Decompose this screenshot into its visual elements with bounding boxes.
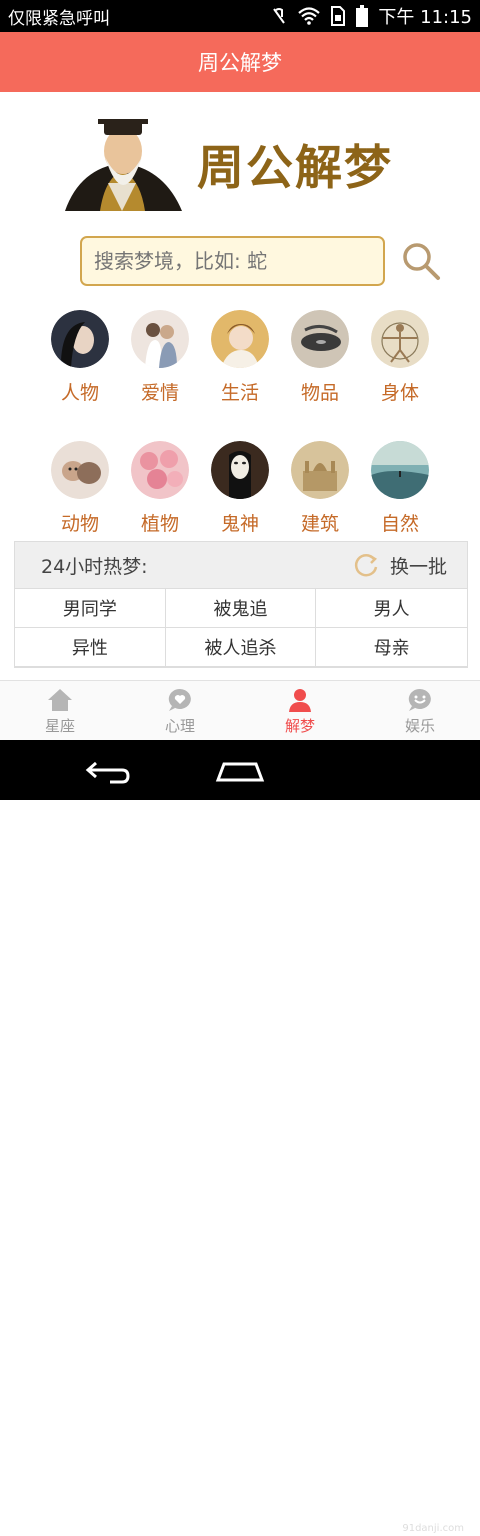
system-nav-bar: 9L游戏 91danji.com <box>0 740 480 1534</box>
girl-icon <box>211 310 269 368</box>
logo-text: 周公解梦 <box>197 140 393 196</box>
vitruvian-man-icon <box>371 310 429 368</box>
tab-label: 星座 <box>44 716 75 735</box>
category-guishen[interactable]: 鬼神 <box>200 441 280 536</box>
category-grid: 人物 爱情 生活 物品 身体 动物 植物 鬼神 建筑 自然 <box>40 310 440 572</box>
category-jianzhu[interactable]: 建筑 <box>280 441 360 536</box>
category-aiqing[interactable]: 爱情 <box>120 310 200 405</box>
tab-label: 心理 <box>164 716 195 735</box>
tab-label: 娱乐 <box>404 716 435 735</box>
tab-yule[interactable]: 娱乐 <box>360 681 480 741</box>
tab-label: 解梦 <box>284 716 315 735</box>
category-shenghuo[interactable]: 生活 <box>200 310 280 405</box>
search-icon[interactable] <box>400 240 442 282</box>
refresh-icon <box>354 554 378 577</box>
logo: 周公解梦 <box>60 112 420 214</box>
portrait-icon <box>51 310 109 368</box>
hot-dream-item[interactable]: 男人 <box>316 589 467 628</box>
category-ziran[interactable]: 自然 <box>360 441 440 536</box>
hot-dream-item[interactable]: 男同学 <box>15 589 166 628</box>
hot-dreams-header: 24小时热梦: 换一批 <box>15 542 467 589</box>
category-dongwu[interactable]: 动物 <box>40 441 120 536</box>
category-row: 动物 植物 鬼神 建筑 自然 <box>40 441 440 536</box>
flower-icon <box>131 441 189 499</box>
hot-dream-item[interactable]: 异性 <box>15 628 166 667</box>
category-zhiwu[interactable]: 植物 <box>120 441 200 536</box>
hot-dreams-panel: 24小时热梦: 换一批 男同学 被鬼追 男人 异性 被人追杀 母亲 <box>14 541 468 668</box>
status-icons <box>270 5 369 27</box>
hot-dream-item[interactable]: 母亲 <box>316 628 467 667</box>
duke-of-zhou-portrait-icon <box>65 119 182 211</box>
carrier-text: 仅限紧急呼叫 <box>8 8 110 29</box>
category-label: 鬼神 <box>220 513 259 535</box>
category-renwu[interactable]: 人物 <box>40 310 120 405</box>
mask-spirit-icon <box>211 441 269 499</box>
home-icon <box>48 688 72 711</box>
refresh-label: 换一批 <box>389 555 447 578</box>
status-right: 下午 11:15 <box>270 3 472 29</box>
person-icon <box>289 688 311 712</box>
tab-xingzuo[interactable]: 星座 <box>0 681 120 741</box>
hot-dreams-title: 24小时热梦: <box>41 555 148 578</box>
heart-chat-icon <box>168 688 191 711</box>
back-icon[interactable] <box>82 754 132 786</box>
category-label: 人物 <box>60 382 99 404</box>
gramophone-icon <box>291 310 349 368</box>
mute-icon <box>273 8 286 24</box>
category-label: 爱情 <box>140 382 179 404</box>
cat-icon <box>51 441 109 499</box>
wifi-icon <box>298 7 321 25</box>
category-label: 身体 <box>380 382 419 404</box>
landscape-icon <box>371 441 429 499</box>
category-label: 植物 <box>140 513 179 535</box>
bottom-tab-bar: 星座 心理 解梦 娱乐 <box>0 680 480 741</box>
status-bar: 仅限紧急呼叫 下午 11:15 <box>0 0 480 32</box>
tab-jiemeng[interactable]: 解梦 <box>240 681 360 741</box>
hot-dream-item[interactable]: 被鬼追 <box>165 589 317 628</box>
search-input[interactable] <box>80 236 385 286</box>
category-label: 动物 <box>60 513 99 535</box>
category-label: 生活 <box>220 382 259 404</box>
palace-icon <box>291 441 349 499</box>
refresh-button[interactable]: 换一批 <box>352 551 447 579</box>
category-wupin[interactable]: 物品 <box>280 310 360 405</box>
home-nav-icon[interactable] <box>214 754 266 786</box>
tab-xinli[interactable]: 心理 <box>120 681 240 741</box>
couple-icon <box>131 310 189 368</box>
category-label: 自然 <box>380 513 419 535</box>
category-shenti[interactable]: 身体 <box>360 310 440 405</box>
category-label: 建筑 <box>300 513 339 535</box>
sim-icon <box>331 6 346 26</box>
watermark: 9L游戏 91danji.com <box>356 1488 476 1536</box>
status-time: 下午 11:15 <box>378 7 472 28</box>
battery-icon <box>356 5 369 27</box>
page-title: 周公解梦 <box>198 51 282 75</box>
smile-chat-icon <box>408 688 431 711</box>
hot-dream-item[interactable]: 被人追杀 <box>165 628 317 667</box>
category-row: 人物 爱情 生活 物品 身体 <box>40 310 440 405</box>
category-label: 物品 <box>300 382 339 404</box>
app-header: 周公解梦 <box>0 32 480 92</box>
watermark-main: 9L游戏 <box>356 1495 446 1526</box>
hot-dreams-grid: 男同学 被鬼追 男人 异性 被人追杀 母亲 <box>15 589 467 667</box>
